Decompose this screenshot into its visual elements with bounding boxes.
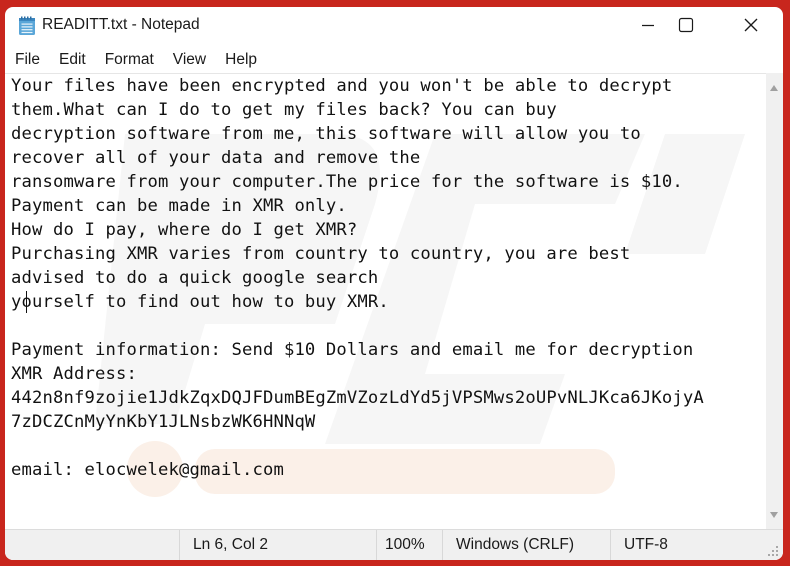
- maximize-button[interactable]: [663, 7, 709, 43]
- line-ending: Windows (CRLF): [442, 530, 610, 560]
- xmr-address-line: 7zDCZCnMyYnKbY1JLNsbzWK6HNNqW: [11, 412, 316, 432]
- cursor-position: Ln 6, Col 2: [179, 530, 376, 560]
- status-bar: Ln 6, Col 2 100% Windows (CRLF) UTF-8: [5, 529, 783, 560]
- scroll-down-arrow-icon[interactable]: [770, 512, 778, 518]
- scroll-up-arrow-icon[interactable]: [770, 85, 778, 91]
- text-line: Payment information: Send $10 Dollars an…: [11, 340, 694, 360]
- text-editor[interactable]: Your files have been encrypted and you w…: [5, 73, 766, 530]
- notepad-window: READITT.txt - Notepad File Edit Format V…: [5, 7, 783, 560]
- resize-grip-icon[interactable]: [767, 545, 779, 557]
- close-button[interactable]: [728, 7, 774, 43]
- text-line: advised to do a quick google search: [11, 268, 379, 288]
- text-caret: [26, 291, 27, 313]
- encoding: UTF-8: [610, 530, 783, 560]
- menu-format[interactable]: Format: [105, 51, 154, 69]
- text-line: XMR Address:: [11, 364, 137, 384]
- text-line: them.What can I do to get my files back?…: [11, 100, 557, 120]
- menu-file[interactable]: File: [15, 51, 40, 69]
- text-line: Your files have been encrypted and you w…: [11, 76, 673, 96]
- text-line: How do I pay, where do I get XMR?: [11, 220, 358, 240]
- xmr-address-line: 442n8nf9zojie1JdkZqxDQJFDumBEgZmVZozLdYd…: [11, 388, 704, 408]
- minimize-icon: [642, 24, 654, 27]
- text-line: ransomware from your computer.The price …: [11, 172, 683, 192]
- text-line: Purchasing XMR varies from country to co…: [11, 244, 631, 264]
- window-title: READITT.txt - Notepad: [42, 16, 200, 33]
- vertical-scrollbar[interactable]: [766, 73, 783, 530]
- zoom-level: 100%: [376, 530, 442, 560]
- editor-content: Your files have been encrypted and you w…: [11, 74, 704, 482]
- maximize-icon: [678, 17, 694, 33]
- email-line: email: elocwelek@gmail.com: [11, 460, 284, 480]
- title-bar[interactable]: READITT.txt - Notepad: [5, 7, 783, 45]
- menu-edit[interactable]: Edit: [59, 51, 86, 69]
- menu-bar: File Edit Format View Help: [5, 47, 783, 73]
- text-line: recover all of your data and remove the: [11, 148, 421, 168]
- text-line: yourself to find out how to buy XMR.: [11, 292, 389, 312]
- text-line: decryption software from me, this softwa…: [11, 124, 641, 144]
- text-line: Payment can be made in XMR only.: [11, 196, 347, 216]
- menu-help[interactable]: Help: [225, 51, 257, 69]
- notepad-icon: [19, 16, 35, 35]
- menu-view[interactable]: View: [173, 51, 206, 69]
- close-icon: [744, 18, 758, 32]
